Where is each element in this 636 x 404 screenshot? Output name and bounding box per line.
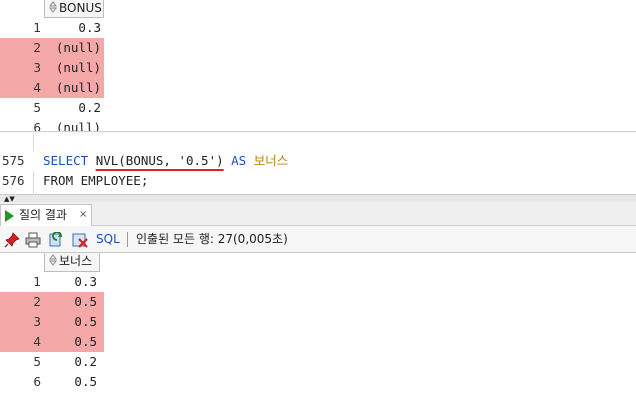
table-row[interactable]: 1 0.3: [0, 18, 104, 38]
table-row[interactable]: 1 0.3: [0, 272, 104, 292]
previous-result-grid: BONUS 1 0.3 2 (null) 3 (null) 4 (null) 5…: [0, 0, 636, 134]
nvl-expression: NVL(BONUS, '0.5'): [95, 153, 224, 168]
table-row[interactable]: 6 0.5: [0, 372, 104, 392]
table-row[interactable]: 5 0.2: [0, 98, 104, 118]
sql-editor[interactable]: 575 SELECT NVL(BONUS, '0.5') AS 보너스 576 …: [0, 134, 636, 194]
cell-bonus-alias[interactable]: 0.5: [44, 332, 100, 352]
table-row[interactable]: 2 0.5: [0, 292, 104, 312]
cell-bonus-alias[interactable]: 0.5: [44, 372, 100, 392]
table-row[interactable]: 2 (null): [0, 38, 104, 58]
column-header-label: BONUS: [59, 1, 102, 15]
fetch-status: 인출된 모든 행: 27(0,005초): [136, 232, 288, 246]
cell-bonus-alias[interactable]: 0.5: [44, 312, 100, 332]
row-number: 6: [33, 375, 41, 389]
row-number: 4: [0, 332, 44, 352]
pin-icon[interactable]: [4, 232, 20, 248]
table-row[interactable]: 4 0.5: [0, 332, 104, 352]
query-result-grid: 보너스 1 0.3 2 0.5 3 0.5 4 0.5 5 0.2 6 0.5: [0, 253, 636, 404]
toolbar-divider: [127, 232, 128, 247]
row-number: 2: [0, 38, 44, 58]
row-number: 5: [33, 101, 41, 115]
cell-bonus[interactable]: (null): [44, 58, 104, 78]
column-alias: 보너스: [253, 153, 289, 168]
result-toolbar: SQL 인출된 모든 행: 27(0,005초): [0, 226, 636, 253]
keyword-select: SELECT: [43, 153, 89, 168]
play-icon: [5, 210, 14, 222]
result-tabbar: 질의 결과 ×: [0, 202, 636, 226]
row-number: 4: [0, 78, 44, 98]
sort-icon: [49, 254, 57, 266]
column-header-bonus-alias[interactable]: 보너스: [44, 253, 100, 272]
cell-bonus[interactable]: (null): [44, 38, 104, 58]
panel-splitter[interactable]: ▲▼: [0, 194, 636, 203]
row-number: 3: [0, 312, 44, 332]
cell-bonus-alias[interactable]: 0.5: [44, 292, 100, 312]
from-clause: FROM EMPLOYEE;: [43, 173, 149, 188]
row-number: 1: [33, 275, 41, 289]
line-number: 575: [2, 153, 25, 168]
sql-link[interactable]: SQL: [96, 231, 120, 247]
row-number: 1: [33, 21, 41, 35]
tab-query-result[interactable]: 질의 결과 ×: [0, 204, 92, 226]
keyword-as: AS: [231, 153, 247, 168]
line-number: 576: [2, 173, 25, 188]
close-icon[interactable]: ×: [79, 205, 87, 225]
cell-bonus-alias[interactable]: 0.3: [44, 272, 100, 292]
column-header-label: 보너스: [59, 254, 93, 268]
cell-bonus-alias[interactable]: 0.2: [44, 352, 100, 372]
tab-label: 질의 결과: [19, 208, 67, 222]
sort-icon: [49, 1, 57, 13]
table-row[interactable]: 3 (null): [0, 58, 104, 78]
row-number: 3: [0, 58, 44, 78]
table-row[interactable]: 5 0.2: [0, 352, 104, 372]
row-number: 2: [0, 292, 44, 312]
table-row[interactable]: 4 (null): [0, 78, 104, 98]
refresh-icon[interactable]: [49, 232, 65, 248]
table-row[interactable]: 3 0.5: [0, 312, 104, 332]
cancel-icon[interactable]: [72, 232, 88, 248]
cell-bonus[interactable]: (null): [44, 78, 104, 98]
cell-bonus[interactable]: 0.2: [44, 98, 104, 118]
cell-bonus[interactable]: 0.3: [44, 18, 104, 38]
column-header-bonus[interactable]: BONUS: [44, 0, 104, 18]
row-number: 5: [33, 355, 41, 369]
editor-line-575[interactable]: 575 SELECT NVL(BONUS, '0.5') AS 보너스: [0, 151, 636, 171]
print-icon[interactable]: [25, 232, 41, 248]
editor-line-576[interactable]: 576 FROM EMPLOYEE;: [0, 171, 636, 191]
